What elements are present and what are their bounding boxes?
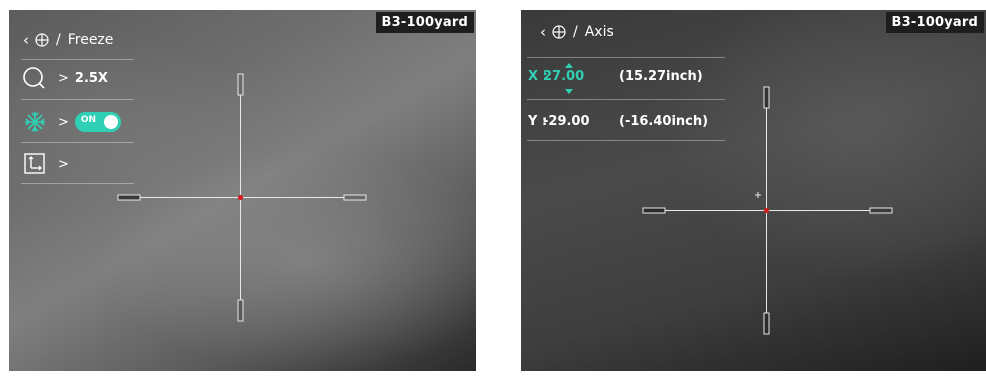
reticle-top-post bbox=[237, 73, 244, 96]
reticle-left-post bbox=[117, 194, 141, 201]
reticle bbox=[642, 86, 893, 335]
reticle-right-post bbox=[869, 207, 893, 214]
right-thermal-view: B3-100yard ‹ / Axis X : 27.00 (15.27inch… bbox=[521, 10, 986, 371]
reticle-center-dot bbox=[237, 194, 244, 201]
reticle-center-dot bbox=[763, 207, 770, 214]
left-thermal-view: B3-100yard ‹ / Freeze > 2.5X > ON > bbox=[9, 10, 476, 371]
reticle-bottom-post bbox=[237, 299, 244, 322]
reticle-top-post bbox=[763, 86, 770, 109]
reticle-bottom-post bbox=[763, 312, 770, 335]
reticle bbox=[117, 73, 367, 322]
reticle-right-post bbox=[343, 194, 367, 201]
reticle-left-post bbox=[642, 207, 666, 214]
